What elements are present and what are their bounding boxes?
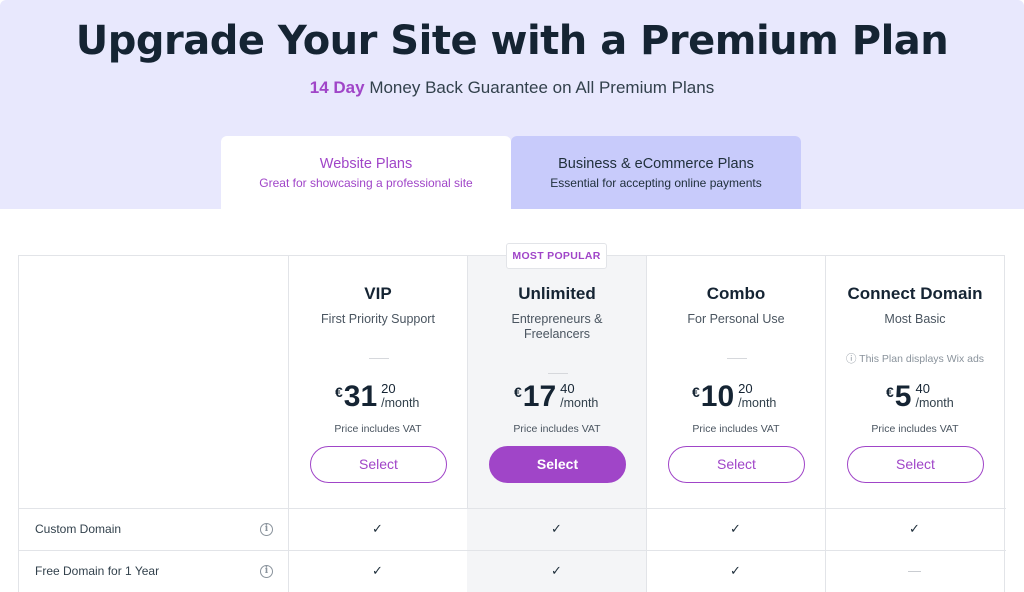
plans-table: VIP First Priority Support € 31 20 /mont… <box>18 255 1006 592</box>
price-period: /month <box>381 396 420 410</box>
tab-title: Website Plans <box>319 156 413 172</box>
feature-check: ✓ <box>372 521 383 536</box>
guarantee-text: 14 Day Money Back Guarantee on All Premi… <box>0 78 1024 98</box>
plan-price: € 10 20 /month <box>647 381 825 417</box>
guarantee-rest: Money Back Guarantee on All Premium Plan… <box>364 78 715 97</box>
tab-business-plans[interactable]: Business & eCommerce Plans Essential for… <box>511 136 801 209</box>
price-period: /month <box>915 396 954 410</box>
tab-website-plans[interactable]: Website Plans Great for showcasing a pro… <box>221 136 511 209</box>
feature-label: Free Domain for 1 Year <box>35 564 160 578</box>
feature-check: ✓ <box>909 521 920 536</box>
plan-price: € 17 40 /month <box>468 381 646 417</box>
vat-note: Price includes VAT <box>692 423 780 435</box>
plan-description: For Personal Use <box>687 312 785 326</box>
price-amount: 17 <box>522 380 557 413</box>
tab-subtitle: Great for showcasing a professional site <box>259 176 473 190</box>
guarantee-highlight: 14 Day <box>309 78 365 97</box>
hero-banner: Upgrade Your Site with a Premium Plan 14… <box>0 0 1024 209</box>
select-unlimited-button[interactable]: Select <box>489 446 626 483</box>
price-period: /month <box>560 396 599 410</box>
price-period: /month <box>738 396 777 410</box>
currency-symbol: € <box>335 384 343 400</box>
feature-row-custom-domain: Custom Domain i ✓ ✓ ✓ ✓ <box>19 508 1006 550</box>
tab-subtitle: Essential for accepting online payments <box>550 176 762 190</box>
price-cents: 20 <box>738 381 753 396</box>
divider <box>548 373 568 374</box>
feature-unavailable: — <box>908 563 921 578</box>
currency-symbol: € <box>886 384 894 400</box>
feature-check: ✓ <box>467 509 646 550</box>
plan-price: € 5 40 /month <box>826 381 1004 417</box>
select-combo-button[interactable]: Select <box>668 446 805 483</box>
feature-check: ✓ <box>372 563 383 578</box>
feature-check: ✓ <box>730 521 741 536</box>
most-popular-badge: MOST POPULAR <box>506 243 607 269</box>
feature-check: ✓ <box>730 563 741 578</box>
plan-name: Combo <box>706 284 766 303</box>
price-cents: 40 <box>560 381 575 396</box>
vat-note: Price includes VAT <box>334 423 422 435</box>
plan-name: Connect Domain <box>847 284 983 303</box>
plan-name: Unlimited <box>518 284 596 303</box>
price-cents: 40 <box>915 381 930 396</box>
currency-symbol: € <box>692 384 700 400</box>
price-amount: 5 <box>894 380 912 413</box>
divider <box>727 358 747 359</box>
price-amount: 10 <box>700 380 735 413</box>
info-icon[interactable]: i <box>260 523 273 536</box>
price-cents: 20 <box>381 381 396 396</box>
plan-description: First Priority Support <box>321 312 435 326</box>
divider <box>369 358 389 359</box>
plan-description: Most Basic <box>884 312 946 326</box>
plan-name: VIP <box>364 284 392 303</box>
vat-note: Price includes VAT <box>871 423 959 435</box>
tab-title: Business & eCommerce Plans <box>558 156 754 172</box>
price-amount: 31 <box>343 380 378 413</box>
select-vip-button[interactable]: Select <box>310 446 447 483</box>
page-title: Upgrade Your Site with a Premium Plan <box>75 18 949 64</box>
plan-price: € 31 20 /month <box>289 381 467 417</box>
feature-row-free-domain: Free Domain for 1 Year i ✓ ✓ ✓ — <box>19 550 1006 592</box>
wix-ads-note: ⓘ This Plan displays Wix ads <box>845 353 985 365</box>
feature-check: ✓ <box>467 551 646 592</box>
select-connect-domain-button[interactable]: Select <box>847 446 984 483</box>
currency-symbol: € <box>514 384 522 400</box>
info-icon[interactable]: i <box>260 565 273 578</box>
feature-label: Custom Domain <box>35 522 122 536</box>
plan-description: Entrepreneurs & Freelancers <box>511 312 603 341</box>
vat-note: Price includes VAT <box>513 423 601 435</box>
